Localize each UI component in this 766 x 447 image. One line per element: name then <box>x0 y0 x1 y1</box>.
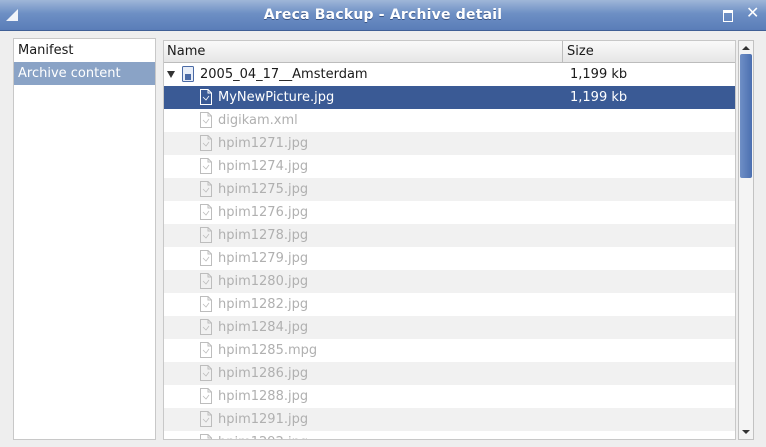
file-name: hpim1275.jpg <box>218 182 309 197</box>
tree-row-file[interactable]: hpim1286.jpg <box>164 362 735 385</box>
file-icon <box>200 273 212 289</box>
file-name: hpim1282.jpg <box>218 297 309 312</box>
tree-row-file[interactable]: hpim1275.jpg <box>164 178 735 201</box>
window-title: Areca Backup - Archive detail <box>263 7 503 23</box>
file-icon <box>200 388 212 404</box>
archive-detail-window: Manifest Archive content Name Size 2005_… <box>0 31 766 447</box>
title-bar[interactable]: Areca Backup - Archive detail ✕ <box>0 0 766 31</box>
file-icon <box>200 365 212 381</box>
sidebar-item-manifest[interactable]: Manifest <box>14 39 155 62</box>
file-icon <box>200 227 212 243</box>
file-name: hpim1291.jpg <box>218 412 309 427</box>
column-header-size[interactable]: Size <box>564 41 735 62</box>
tree-row-file[interactable]: hpim1292.jpg <box>164 431 735 439</box>
scroll-down-icon[interactable] <box>739 425 753 439</box>
close-icon[interactable]: ✕ <box>746 5 759 21</box>
file-icon <box>200 158 212 174</box>
file-name: hpim1286.jpg <box>218 366 309 381</box>
file-name: MyNewPicture.jpg <box>218 90 335 105</box>
archive-content-table: Name Size 2005_04_17__Amsterdam 1,199 kb M… <box>163 40 736 440</box>
tree-row-file[interactable]: hpim1271.jpg <box>164 132 735 155</box>
file-name: hpim1279.jpg <box>218 251 309 266</box>
tree-row-file[interactable]: hpim1288.jpg <box>164 385 735 408</box>
file-name: hpim1271.jpg <box>218 136 309 151</box>
tree-row-file[interactable]: hpim1278.jpg <box>164 224 735 247</box>
tree-row-file[interactable]: hpim1276.jpg <box>164 201 735 224</box>
file-icon <box>200 89 212 105</box>
tree-row-archive[interactable]: 2005_04_17__Amsterdam 1,199 kb <box>164 63 735 86</box>
size-cell: 1,199 kb <box>570 90 628 105</box>
vertical-scrollbar[interactable] <box>738 40 754 440</box>
tree-row-file[interactable]: hpim1279.jpg <box>164 247 735 270</box>
tree-row-file[interactable]: hpim1285.mpg <box>164 339 735 362</box>
file-icon <box>200 319 212 335</box>
file-icon <box>200 112 212 128</box>
tree-row-file[interactable]: hpim1291.jpg <box>164 408 735 431</box>
expand-collapse-icon[interactable] <box>167 71 175 78</box>
file-icon <box>200 250 212 266</box>
scroll-up-icon[interactable] <box>739 41 753 55</box>
file-name: hpim1278.jpg <box>218 228 309 243</box>
file-name: hpim1276.jpg <box>218 205 309 220</box>
tree-row-file[interactable]: hpim1274.jpg <box>164 155 735 178</box>
file-name: hpim1285.mpg <box>218 343 318 358</box>
file-name: digikam.xml <box>218 113 298 128</box>
size-cell: 1,199 kb <box>570 67 628 82</box>
file-name: hpim1292.jpg <box>218 431 308 439</box>
table-body: 2005_04_17__Amsterdam 1,199 kb MyNewPictur… <box>164 63 735 439</box>
sidebar: Manifest Archive content <box>13 38 156 440</box>
file-icon <box>200 296 212 312</box>
file-name: hpim1274.jpg <box>218 159 309 174</box>
column-header-name[interactable]: Name <box>164 41 563 62</box>
file-icon <box>200 181 212 197</box>
sidebar-item-archive-content[interactable]: Archive content <box>14 62 155 85</box>
file-icon <box>200 411 212 427</box>
file-name: hpim1280.jpg <box>218 274 309 289</box>
tree-row-file[interactable]: hpim1280.jpg <box>164 270 735 293</box>
file-name: hpim1284.jpg <box>218 320 309 335</box>
scroll-thumb[interactable] <box>740 54 752 178</box>
tree-row-file[interactable]: hpim1284.jpg <box>164 316 735 339</box>
file-icon <box>200 135 212 151</box>
tree-row-file[interactable]: digikam.xml <box>164 109 735 132</box>
file-name: 2005_04_17__Amsterdam <box>200 67 368 82</box>
file-name: hpim1288.jpg <box>218 389 309 404</box>
archive-icon <box>182 66 194 82</box>
tree-row-file[interactable]: MyNewPicture.jpg 1,199 kb <box>164 86 735 109</box>
file-icon <box>200 204 212 220</box>
tree-row-file[interactable]: hpim1282.jpg <box>164 293 735 316</box>
table-header: Name Size <box>164 41 735 63</box>
file-icon <box>200 342 212 358</box>
maximize-icon[interactable] <box>723 10 733 22</box>
file-icon <box>200 434 212 439</box>
